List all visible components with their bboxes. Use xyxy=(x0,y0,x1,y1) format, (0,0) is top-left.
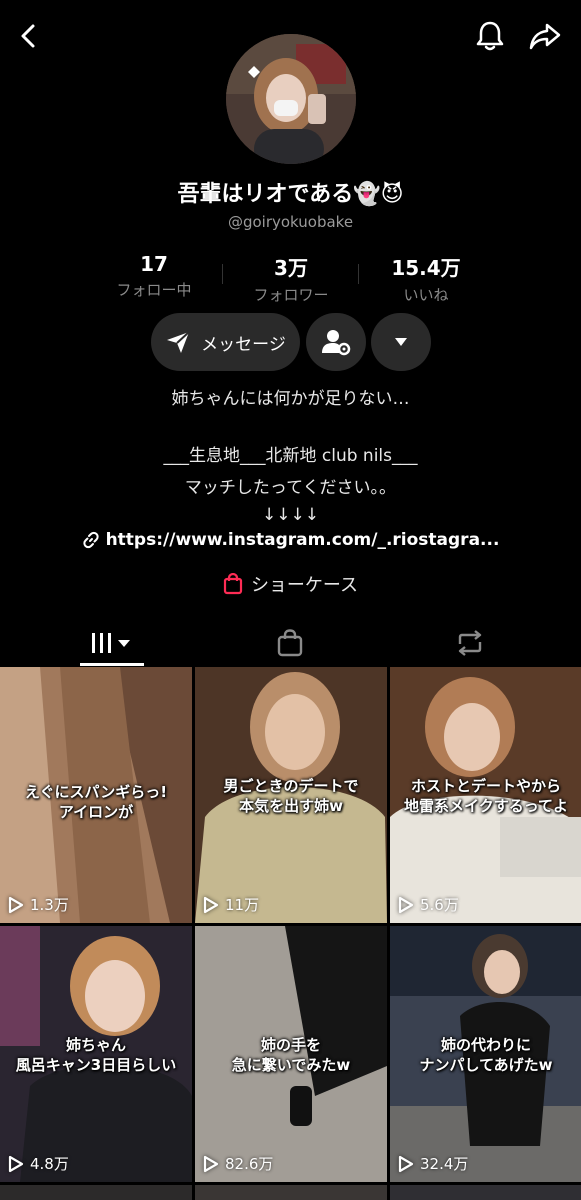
video-caption: 姉の手を 急に繋いでみたw xyxy=(231,1036,351,1074)
tab-videos[interactable] xyxy=(80,620,144,666)
bag-icon xyxy=(277,629,303,657)
view-count: 11万 xyxy=(203,894,259,915)
share-icon[interactable] xyxy=(524,16,566,56)
video-thumbnail[interactable]: 姉ちゃん 風呂キャン3日目らしい 4.8万 xyxy=(0,926,192,1182)
back-icon[interactable] xyxy=(10,18,46,54)
username-handle: @goiryokuobake xyxy=(227,213,354,231)
video-caption: 男ごときのデートで 本気を出す姉w xyxy=(223,777,359,815)
stats-divider xyxy=(358,264,359,284)
followers-count: 3万 xyxy=(274,256,308,280)
view-count: 32.4万 xyxy=(398,1153,468,1174)
bio-line: 姉ちゃんには何かが足りない… xyxy=(171,389,410,409)
likes-stat[interactable]: 15.4万 いいね xyxy=(356,252,496,305)
active-tab-indicator xyxy=(80,663,144,666)
tab-showcase[interactable] xyxy=(266,620,314,666)
video-caption: ホストとデートやから 地雷系メイクするってよ xyxy=(404,777,568,815)
video-grid: えぐにスパンギらっ! アイロンが 1.3万 男ごときのデートで 本気を出す姉w 11… xyxy=(0,667,581,1200)
grid-icon xyxy=(92,633,130,653)
view-count-text: 1.3万 xyxy=(30,896,69,914)
display-name: 吾輩はリオである👻😈 xyxy=(177,182,404,207)
video-thumbnail[interactable] xyxy=(0,1185,192,1200)
caret-down-icon xyxy=(395,338,407,346)
person-settings-icon xyxy=(322,330,351,356)
video-thumbnail[interactable]: えぐにスパンギらっ! アイロンが 1.3万 xyxy=(0,667,192,923)
video-thumbnail[interactable]: 姉の代わりに ナンパしてあげたw 32.4万 xyxy=(390,926,581,1182)
view-count: 82.6万 xyxy=(203,1153,273,1174)
bell-icon[interactable] xyxy=(470,16,510,56)
avatar[interactable] xyxy=(226,34,356,164)
play-icon xyxy=(8,896,24,913)
view-count-text: 32.4万 xyxy=(420,1155,469,1173)
video-caption: 姉ちゃん 風呂キャン3日目らしい xyxy=(15,1036,177,1074)
followers-stat[interactable]: 3万 フォロワー xyxy=(221,252,361,305)
content-tabs xyxy=(0,620,581,668)
profile-stats: 17 フォロー中 3万 フォロワー 15.4万 いいね xyxy=(0,252,581,304)
send-icon xyxy=(167,331,190,353)
video-thumbnail[interactable] xyxy=(195,1185,387,1200)
message-button-label: メッセージ xyxy=(201,334,286,355)
bio-line: ↓↓↓↓ xyxy=(262,505,319,525)
view-count-text: 82.6万 xyxy=(225,1155,274,1173)
likes-count: 15.4万 xyxy=(391,256,461,280)
video-thumbnail[interactable]: 男ごときのデートで 本気を出す姉w 11万 xyxy=(195,667,387,923)
play-icon xyxy=(8,1155,24,1172)
view-count-text: 5.6万 xyxy=(420,896,459,914)
bio-line: マッチしたってください。。 xyxy=(184,478,397,498)
video-thumbnail[interactable]: 姉の手を 急に繋いでみたw 82.6万 xyxy=(195,926,387,1182)
stats-divider xyxy=(222,264,223,284)
tab-reposts[interactable] xyxy=(446,620,494,666)
more-dropdown-button[interactable] xyxy=(371,313,431,371)
following-label: フォロー中 xyxy=(116,281,192,299)
message-button[interactable]: メッセージ xyxy=(151,313,300,371)
showcase-label: ショーケース xyxy=(250,575,359,596)
view-count: 1.3万 xyxy=(8,894,69,915)
play-icon xyxy=(203,896,219,913)
play-icon xyxy=(398,1155,414,1172)
view-count: 4.8万 xyxy=(8,1153,69,1174)
showcase-link[interactable]: ショーケース xyxy=(0,571,581,597)
view-count: 5.6万 xyxy=(398,894,459,915)
add-friend-button[interactable] xyxy=(306,313,366,371)
view-count-text: 11万 xyxy=(225,896,260,914)
play-icon xyxy=(203,1155,219,1172)
video-thumbnail[interactable] xyxy=(390,1185,581,1200)
link-icon xyxy=(82,531,99,549)
play-icon xyxy=(398,896,414,913)
likes-label: いいね xyxy=(403,286,449,304)
following-count: 17 xyxy=(140,252,168,276)
repost-icon xyxy=(458,630,482,656)
bio-link[interactable]: https://www.instagram.com/_.riostagra... xyxy=(0,530,581,550)
profile-actions: メッセージ xyxy=(0,313,581,373)
bio-line: ___生息地___北新地 club nils___ xyxy=(163,446,418,466)
video-caption: えぐにスパンギらっ! アイロンが xyxy=(24,783,168,821)
shopping-bag-icon xyxy=(223,573,243,595)
video-caption: 姉の代わりに ナンパしてあげたw xyxy=(419,1036,553,1074)
bio-link-text: https://www.instagram.com/_.riostagra... xyxy=(105,530,500,550)
video-thumbnail[interactable]: ホストとデートやから 地雷系メイクするってよ 5.6万 xyxy=(390,667,581,923)
following-stat[interactable]: 17 フォロー中 xyxy=(84,252,224,300)
view-count-text: 4.8万 xyxy=(30,1155,69,1173)
followers-label: フォロワー xyxy=(253,286,329,304)
